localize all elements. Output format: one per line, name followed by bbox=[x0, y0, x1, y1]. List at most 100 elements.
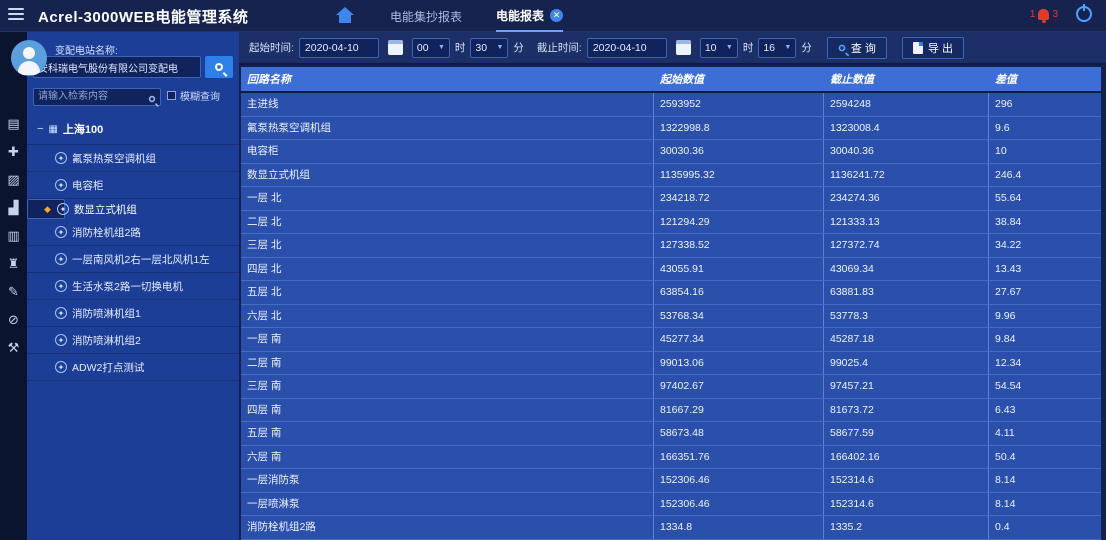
circuit-name-cell: 五层 南 bbox=[241, 422, 654, 445]
end-value-cell: 30040.36 bbox=[824, 140, 989, 163]
device-icon[interactable]: ✚ bbox=[0, 138, 27, 166]
station-input[interactable] bbox=[33, 56, 201, 78]
top-bar: Acrel-3000WEB电能管理系统 电能集抄报表 电能报表 ✕ 1 3 bbox=[0, 0, 1106, 32]
folder-icon[interactable]: ▨ bbox=[0, 166, 27, 194]
table-row[interactable]: 二层 北121294.29121333.1338.84 bbox=[241, 211, 1101, 235]
start-minute-select[interactable]: 30 ▼ bbox=[470, 38, 508, 58]
user-avatar[interactable] bbox=[11, 40, 47, 76]
home-icon[interactable] bbox=[336, 7, 354, 23]
start-date-input[interactable] bbox=[299, 38, 379, 58]
diff-value-cell: 4.11 bbox=[989, 422, 1101, 445]
table-row[interactable]: 三层 南97402.6797457.2154.54 bbox=[241, 375, 1101, 399]
tree-node[interactable]: ◆✦数显立式机组 bbox=[27, 199, 65, 219]
table-body: 主进线25939522594248296氟泵热泵空调机组1322998.8132… bbox=[241, 93, 1101, 540]
end-minute-select[interactable]: 16 ▼ bbox=[758, 38, 796, 58]
start-value-cell: 43055.91 bbox=[654, 258, 824, 281]
circuit-node-icon: ✦ bbox=[55, 253, 67, 265]
chevron-down-icon: ▼ bbox=[784, 44, 791, 51]
table-row[interactable]: 六层 北53768.3453778.39.96 bbox=[241, 305, 1101, 329]
tree-node-label: 氟泵热泵空调机组 bbox=[72, 151, 156, 166]
logout-power-icon[interactable] bbox=[1076, 6, 1092, 22]
tab-label: 电能报表 bbox=[496, 7, 544, 24]
end-date-input[interactable] bbox=[587, 38, 667, 58]
tree-root-node[interactable]: − ▦ 上海100 bbox=[27, 114, 239, 145]
calendar-icon[interactable] bbox=[676, 40, 691, 55]
column-header-diff[interactable]: 差值 bbox=[989, 71, 1101, 87]
table-row[interactable]: 三层 北127338.52127372.7434.22 bbox=[241, 234, 1101, 258]
monitor-icon[interactable]: ▤ bbox=[0, 110, 27, 138]
chart-icon[interactable]: ▟ bbox=[0, 194, 27, 222]
tree-node[interactable]: ✦消防栓机组2路 bbox=[27, 219, 239, 246]
table-row[interactable]: 一层 北234218.72234274.3655.64 bbox=[241, 187, 1101, 211]
tree-filter-input[interactable] bbox=[33, 88, 161, 106]
tree-node-label: 一层南风机2右一层北风机1左 bbox=[72, 252, 210, 267]
circuit-node-icon: ✦ bbox=[55, 334, 67, 346]
table-row[interactable]: 电容柜30030.3630040.3610 bbox=[241, 140, 1101, 164]
tab-label: 电能集抄报表 bbox=[390, 8, 462, 25]
diff-value-cell: 8.14 bbox=[989, 469, 1101, 492]
end-value-cell: 53778.3 bbox=[824, 305, 989, 328]
alarm-icon[interactable]: ♜ bbox=[0, 250, 27, 278]
tab-close-icon[interactable]: ✕ bbox=[550, 9, 563, 22]
table-row[interactable]: 六层 南166351.76166402.1650.4 bbox=[241, 446, 1101, 470]
table-row[interactable]: 一层消防泵152306.46152314.68.14 bbox=[241, 469, 1101, 493]
circuit-name-cell: 六层 北 bbox=[241, 305, 654, 328]
end-hour-select[interactable]: 10 ▼ bbox=[700, 38, 738, 58]
table-row[interactable]: 五层 北63854.1663881.8327.67 bbox=[241, 281, 1101, 305]
end-value-cell: 99025.4 bbox=[824, 352, 989, 375]
tree-node[interactable]: ✦ADW2打点测试 bbox=[27, 354, 239, 381]
table-row[interactable]: 主进线25939522594248296 bbox=[241, 93, 1101, 117]
tree-node[interactable]: ✦ 一层南风机2右一层北风机1左 bbox=[27, 246, 239, 273]
alarm-indicator[interactable]: 1 3 bbox=[1030, 9, 1058, 20]
tree-node[interactable]: ✦消防喷淋机组1 bbox=[27, 300, 239, 327]
start-minute-value: 30 bbox=[475, 42, 487, 54]
start-value-cell: 30030.36 bbox=[654, 140, 824, 163]
diff-value-cell: 9.84 bbox=[989, 328, 1101, 351]
end-value-cell: 127372.74 bbox=[824, 234, 989, 257]
table-row[interactable]: 氟泵热泵空调机组1322998.81323008.49.6 bbox=[241, 117, 1101, 141]
fuzzy-search-label: 模糊查询 bbox=[180, 88, 220, 103]
message-icon[interactable]: ✎ bbox=[0, 278, 27, 306]
export-button[interactable]: 导 出 bbox=[902, 37, 964, 59]
collapse-icon[interactable]: − bbox=[37, 123, 43, 135]
tab-energy-report[interactable]: 电能报表 ✕ bbox=[496, 0, 563, 32]
station-search-button[interactable] bbox=[205, 56, 233, 78]
tree-node[interactable]: ✦消防喷淋机组2 bbox=[27, 327, 239, 354]
table-row[interactable]: 四层 南81667.2981673.726.43 bbox=[241, 399, 1101, 423]
table-row[interactable]: 二层 南99013.0699025.412.34 bbox=[241, 352, 1101, 376]
column-header-circuit[interactable]: 回路名称 bbox=[241, 71, 654, 87]
tree-node[interactable]: ✦氟泵热泵空调机组 bbox=[27, 145, 239, 172]
end-value-cell: 45287.18 bbox=[824, 328, 989, 351]
tab-energy-report-list[interactable]: 电能集抄报表 bbox=[390, 0, 462, 32]
table-row[interactable]: 五层 南58673.4858677.594.11 bbox=[241, 422, 1101, 446]
hamburger-menu-icon[interactable] bbox=[8, 8, 24, 22]
edit-icon[interactable]: ⊘ bbox=[0, 306, 27, 334]
circuit-node-icon: ✦ bbox=[55, 307, 67, 319]
circuit-name-cell: 一层 北 bbox=[241, 187, 654, 210]
table-row[interactable]: 数显立式机组1135995.321136241.72246.4 bbox=[241, 164, 1101, 188]
search-icon bbox=[215, 63, 223, 71]
table-row[interactable]: 一层 南45277.3445287.189.84 bbox=[241, 328, 1101, 352]
column-header-start[interactable]: 起始数值 bbox=[654, 71, 824, 87]
column-header-end[interactable]: 截止数值 bbox=[824, 71, 989, 87]
table-row[interactable]: 一层喷淋泵152306.46152314.68.14 bbox=[241, 493, 1101, 517]
settings-icon[interactable]: ⚒ bbox=[0, 334, 27, 362]
query-button[interactable]: 查 询 bbox=[827, 37, 887, 59]
tree-node[interactable]: ✦电容柜 bbox=[27, 172, 239, 199]
end-value-cell: 58677.59 bbox=[824, 422, 989, 445]
table-row[interactable]: 四层 北43055.9143069.3413.43 bbox=[241, 258, 1101, 282]
circuit-name-cell: 一层 南 bbox=[241, 328, 654, 351]
table-row[interactable]: 消防栓机组2路1334.81335.20.4 bbox=[241, 516, 1101, 540]
query-toolbar: 起始时间: 00 ▼ 时 30 ▼ 分 截止时间: 10 ▼ 时 16 bbox=[239, 32, 1106, 65]
tree-node[interactable]: ✦生活水泵2路一切换电机 bbox=[27, 273, 239, 300]
start-value-cell: 81667.29 bbox=[654, 399, 824, 422]
circuit-name-cell: 三层 北 bbox=[241, 234, 654, 257]
calendar-icon[interactable] bbox=[388, 40, 403, 55]
report-icon[interactable]: ▥ bbox=[0, 222, 27, 250]
diff-value-cell: 8.14 bbox=[989, 493, 1101, 516]
fuzzy-search-checkbox[interactable]: 模糊查询 bbox=[167, 88, 220, 103]
start-hour-select[interactable]: 00 ▼ bbox=[412, 38, 450, 58]
chevron-down-icon: ▼ bbox=[438, 44, 445, 51]
tree-node-label: 数显立式机组 bbox=[74, 202, 137, 217]
circuit-node-icon: ✦ bbox=[55, 280, 67, 292]
